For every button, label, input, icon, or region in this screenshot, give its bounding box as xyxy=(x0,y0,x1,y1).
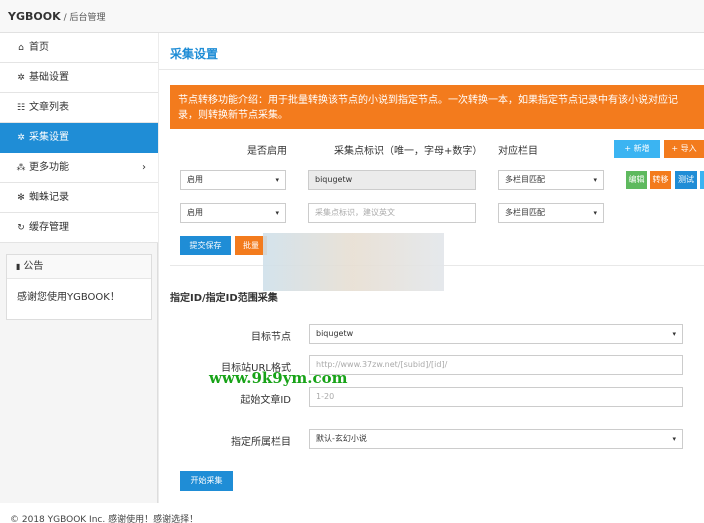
chevron-right-icon: › xyxy=(142,162,146,173)
node-id-field[interactable]: biqugetw xyxy=(308,170,476,190)
sitemap-icon: ⁂ xyxy=(16,163,26,173)
start-id-input[interactable]: 1-20 xyxy=(309,387,683,407)
sidebar-item-label: 首页 xyxy=(29,42,49,53)
range-section-title: 指定ID/指定ID范围采集 xyxy=(170,293,278,304)
footer: © 2018 YGBOOK Inc. 感谢使用！感谢选择！ xyxy=(0,503,704,523)
sidebar-item-home[interactable]: ⌂ 首页 xyxy=(0,33,158,63)
info-alert: 节点转移功能介绍：用于批量转换该节点的小说到指定节点。一次转换一本，如果指定节点… xyxy=(170,85,704,129)
gears-icon: ✲ xyxy=(17,133,25,143)
enable-select[interactable]: 启用 ▾ xyxy=(180,170,286,190)
divider xyxy=(159,69,704,70)
category-value: 默认-玄幻小说 xyxy=(316,434,367,443)
category-select-value: 多栏目匹配 xyxy=(505,208,545,217)
column-header-category: 对应栏目 xyxy=(498,146,538,157)
import-button[interactable]: + 导入 xyxy=(664,140,704,158)
target-node-select[interactable]: biqugetw ▾ xyxy=(309,324,683,344)
start-collect-button[interactable]: 开始采集 xyxy=(180,471,233,491)
test-button[interactable]: 测试 xyxy=(675,171,697,189)
enable-select[interactable]: 启用 ▾ xyxy=(180,203,286,223)
caret-down-icon: ▾ xyxy=(275,209,279,217)
import-button-label: 导入 xyxy=(680,144,697,153)
sidebar-item-label: 采集设置 xyxy=(29,132,69,143)
category-select[interactable]: 默认-玄幻小说 ▾ xyxy=(309,429,683,449)
caret-down-icon: ▾ xyxy=(593,209,597,217)
sidebar-item-collect-settings[interactable]: ✲ 采集设置 xyxy=(0,123,158,153)
notice-header: ▮ 公告 xyxy=(7,255,151,279)
column-header-node-id: 采集点标识（唯一，字母+数字） xyxy=(334,146,483,157)
sidebar-item-label: 更多功能 xyxy=(29,162,69,173)
watermark: www.9k9ym.com xyxy=(209,369,348,387)
caret-down-icon: ▾ xyxy=(275,176,279,184)
url-format-placeholder: http://www.37zw.net/[subid]/[id]/ xyxy=(316,360,448,369)
enable-select-value: 启用 xyxy=(187,175,203,184)
sidebar-item-basic-settings[interactable]: ✲ 基础设置 xyxy=(0,63,158,93)
refresh-icon: ↻ xyxy=(17,223,25,233)
plus-icon: + xyxy=(671,144,679,153)
transfer-button[interactable]: 转移 xyxy=(650,171,671,189)
notice-panel: ▮ 公告 感谢您使用YGBOOK！ xyxy=(6,254,152,320)
target-node-label: 目标节点 xyxy=(251,332,291,343)
sidebar-item-more[interactable]: ⁂ 更多功能 › xyxy=(0,153,158,183)
bug-icon: ✻ xyxy=(17,193,25,203)
category-select[interactable]: 多栏目匹配 ▾ xyxy=(498,203,604,223)
caret-down-icon: ▾ xyxy=(593,176,597,184)
gear-icon: ✲ xyxy=(17,73,25,83)
top-bar: YGBOOK / 后台管理 xyxy=(0,0,704,33)
sidebar-item-spider-log[interactable]: ✻ 蜘蛛记录 xyxy=(0,183,158,213)
node-id-placeholder: 采集点标识，建议英文 xyxy=(315,208,395,217)
bookmark-icon: ▮ xyxy=(16,262,21,271)
home-icon: ⌂ xyxy=(18,43,24,53)
notice-body: 感谢您使用YGBOOK！ xyxy=(17,292,120,303)
enable-select-value: 启用 xyxy=(187,208,203,217)
url-format-input[interactable]: http://www.37zw.net/[subid]/[id]/ xyxy=(309,355,683,375)
brand[interactable]: YGBOOK / 后台管理 xyxy=(8,10,106,23)
edit-button[interactable]: 编辑 xyxy=(626,171,647,189)
sidebar-item-article-list[interactable]: ☷ 文章列表 xyxy=(0,93,158,123)
node-id-input[interactable]: 采集点标识，建议英文 xyxy=(308,203,476,223)
category-label: 指定所属栏目 xyxy=(231,437,291,448)
add-button[interactable]: + 新增 xyxy=(614,140,660,158)
category-select-value: 多栏目匹配 xyxy=(505,175,545,184)
sidebar-item-label: 文章列表 xyxy=(29,102,69,113)
plus-icon: + xyxy=(624,144,632,153)
brand-name: YGBOOK xyxy=(8,10,61,23)
caret-down-icon: ▾ xyxy=(672,330,676,338)
add-button-label: 新增 xyxy=(633,144,650,153)
brand-subtitle: / 后台管理 xyxy=(63,13,106,23)
target-node-value: biqugetw xyxy=(316,329,354,338)
sidebar-item-cache[interactable]: ↻ 缓存管理 xyxy=(0,213,158,243)
node-id-value: biqugetw xyxy=(315,175,353,184)
row-extra-button[interactable] xyxy=(700,171,704,189)
caret-down-icon: ▾ xyxy=(672,435,676,443)
category-select[interactable]: 多栏目匹配 ▾ xyxy=(498,170,604,190)
notice-title: 公告 xyxy=(23,261,44,272)
blurred-overlay xyxy=(263,233,444,291)
start-id-label: 起始文章ID xyxy=(240,395,291,406)
column-header-enable: 是否启用 xyxy=(247,146,287,157)
sidebar-item-label: 缓存管理 xyxy=(29,222,69,233)
sidebar: ⌂ 首页 ✲ 基础设置 ☷ 文章列表 ✲ 采集设置 ⁂ 更多功能 › ✻ 蜘蛛记录 ↻ 缓存管理… xyxy=(0,33,158,503)
sidebar-item-label: 基础设置 xyxy=(29,72,69,83)
table-icon: ☷ xyxy=(16,103,26,113)
page-title: 采集设置 xyxy=(170,47,219,61)
submit-save-button[interactable]: 提交保存 xyxy=(180,236,231,255)
sidebar-item-label: 蜘蛛记录 xyxy=(29,192,69,203)
start-id-placeholder: 1-20 xyxy=(316,392,335,401)
